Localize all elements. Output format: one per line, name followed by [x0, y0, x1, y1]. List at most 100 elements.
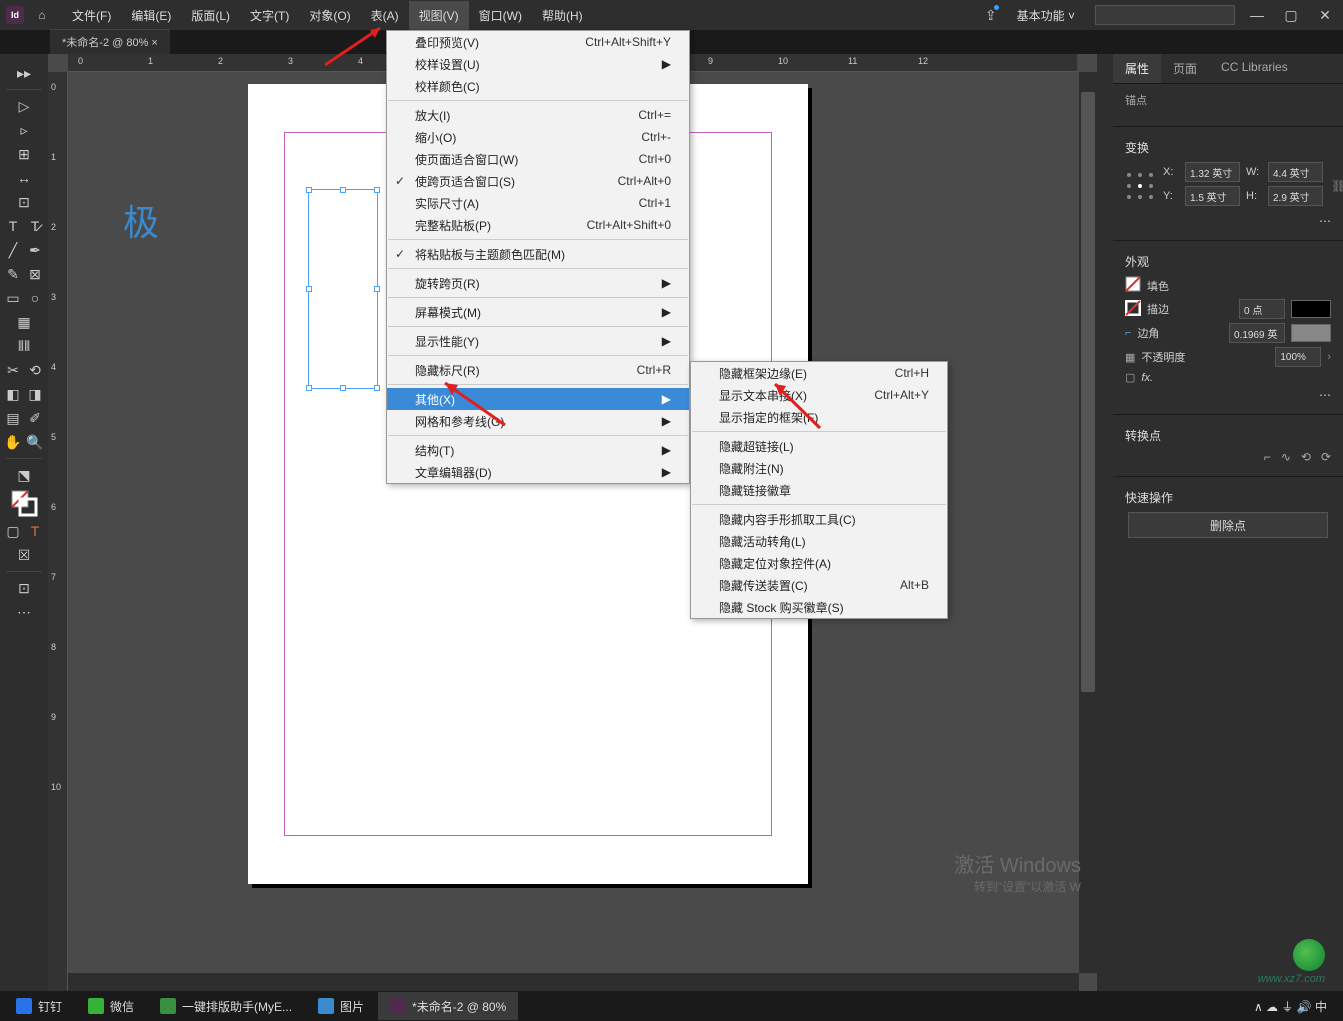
formatting-container[interactable]: ▢ [2, 520, 24, 542]
stroke-weight-field[interactable]: 0 点 [1239, 299, 1285, 319]
page-tool[interactable]: ⊞ [2, 143, 46, 165]
menu-file[interactable]: 文件(F) [62, 1, 121, 30]
home-icon[interactable]: ⌂ [32, 8, 52, 22]
other-submenu-item-12[interactable]: 隐藏 Stock 购买徽章(S) [691, 596, 947, 618]
stroke-style-select[interactable] [1291, 300, 1331, 318]
fill-stroke-proxy[interactable] [2, 488, 46, 518]
free-transform-tool[interactable]: ⟲ [24, 359, 46, 381]
convert-plain-icon[interactable]: ⟳ [1321, 450, 1331, 464]
taskbar-item-wechat[interactable]: 微信 [76, 992, 146, 1020]
menu-type[interactable]: 文字(T) [240, 1, 299, 30]
link-wh-icon[interactable]: ⛓ [1331, 179, 1343, 193]
more-options-icon[interactable]: ⋯ [1319, 214, 1331, 228]
right-dock-strip[interactable] [1097, 54, 1113, 991]
view-menu-item-2[interactable]: 校样颜色(C) [387, 75, 689, 97]
column-tool[interactable]: ⦀⦀ [2, 335, 46, 357]
convert-smooth-icon[interactable]: ∿ [1281, 450, 1291, 464]
stroke-swatch-icon[interactable] [1125, 300, 1141, 319]
other-submenu-item-0[interactable]: 隐藏框架边缘(E)Ctrl+H [691, 362, 947, 384]
corner-radius-field[interactable]: 0.1969 英 [1229, 323, 1285, 343]
pen-tool[interactable]: ✒ [24, 239, 46, 261]
gap-tool[interactable]: ↔ [2, 167, 46, 189]
view-menu-item-4[interactable]: 放大(I)Ctrl+= [387, 104, 689, 126]
rectangle-tool[interactable]: ▭ [2, 287, 24, 309]
pencil-tool[interactable]: ✎ [2, 263, 24, 285]
toolbar-toggle-icon[interactable]: ▸▸ [13, 62, 35, 84]
formatting-text[interactable]: T [24, 520, 46, 542]
convert-symmetric-icon[interactable]: ⟲ [1301, 450, 1311, 464]
view-menu-item-24[interactable]: 结构(T)▶ [387, 439, 689, 461]
text-frame-selected[interactable] [308, 189, 378, 389]
menu-help[interactable]: 帮助(H) [532, 1, 593, 30]
h-field[interactable]: 2.9 英寸 [1268, 186, 1323, 206]
tab-pages[interactable]: 页面 [1161, 54, 1209, 83]
reference-point-grid[interactable] [1125, 171, 1155, 201]
other-submenu-item-10[interactable]: 隐藏定位对象控件(A) [691, 552, 947, 574]
w-field[interactable]: 4.4 英寸 [1268, 162, 1323, 182]
fill-swatch-icon[interactable] [1125, 276, 1141, 295]
taskbar-item-pictures[interactable]: 图片 [306, 992, 376, 1020]
fx-icon[interactable]: ▢ [1125, 371, 1135, 384]
fill-stroke-swap[interactable]: ⬔ [2, 464, 46, 486]
vertical-ruler[interactable]: 0 1 2 3 4 5 6 7 8 9 10 [48, 72, 68, 991]
view-mode[interactable]: ⊡ [2, 577, 46, 599]
eyedropper-tool[interactable]: ✐ [24, 407, 46, 429]
note-tool[interactable]: ▤ [2, 407, 24, 429]
opacity-field[interactable]: 100% [1275, 347, 1321, 367]
corner-icon[interactable]: ⌐ [1125, 327, 1131, 339]
view-menu-item-9[interactable]: 完整粘贴板(P)Ctrl+Alt+Shift+0 [387, 214, 689, 236]
grid-tool[interactable]: ▦ [2, 311, 46, 333]
selection-tool[interactable]: ▷ [2, 95, 46, 117]
apply-none[interactable]: ☒ [2, 544, 46, 566]
menu-layout[interactable]: 版面(L) [181, 1, 240, 30]
view-menu-item-5[interactable]: 缩小(O)Ctrl+- [387, 126, 689, 148]
search-input[interactable] [1095, 5, 1235, 25]
menu-table[interactable]: 表(A) [361, 1, 409, 30]
horizontal-scrollbar[interactable] [68, 973, 1079, 991]
other-submenu-item-2[interactable]: 显示指定的框架(F) [691, 406, 947, 428]
ellipse-tool[interactable]: ○ [24, 287, 46, 309]
workspace-switcher[interactable]: 基本功能 ˅ [1007, 3, 1085, 28]
menu-object[interactable]: 对象(O) [299, 1, 360, 30]
gradient-feather-tool[interactable]: ◨ [24, 383, 46, 405]
convert-corner-icon[interactable]: ⌐ [1264, 450, 1271, 464]
more-tools-icon[interactable]: ⋯ [2, 601, 46, 623]
taskbar-item-typeset[interactable]: 一键排版助手(MyE... [148, 992, 304, 1020]
view-menu-item-11[interactable]: ✓将粘贴板与主题颜色匹配(M) [387, 243, 689, 265]
tab-properties[interactable]: 属性 [1113, 54, 1161, 83]
zoom-tool[interactable]: 🔍 [24, 431, 46, 453]
corner-style-select[interactable] [1291, 324, 1331, 342]
other-submenu-item-5[interactable]: 隐藏附注(N) [691, 457, 947, 479]
view-menu-item-13[interactable]: 旋转跨页(R)▶ [387, 272, 689, 294]
close-button[interactable]: ✕ [1313, 7, 1337, 24]
menu-view[interactable]: 视图(V) [409, 1, 469, 30]
taskbar-item-dingtalk[interactable]: 钉钉 [4, 992, 74, 1020]
view-menu-item-21[interactable]: 其他(X)▶ [387, 388, 689, 410]
maximize-button[interactable]: ▢ [1279, 7, 1303, 24]
other-submenu-item-1[interactable]: 显示文本串接(X)Ctrl+Alt+Y [691, 384, 947, 406]
view-menu-item-19[interactable]: 隐藏标尺(R)Ctrl+R [387, 359, 689, 381]
taskbar-item-indesign[interactable]: *未命名-2 @ 80% [378, 992, 518, 1020]
minimize-button[interactable]: — [1245, 7, 1269, 23]
other-submenu-item-6[interactable]: 隐藏链接徽章 [691, 479, 947, 501]
view-menu-item-7[interactable]: ✓使跨页适合窗口(S)Ctrl+Alt+0 [387, 170, 689, 192]
content-collector-tool[interactable]: ⊡ [2, 191, 46, 213]
direct-selection-tool[interactable]: ▹ [2, 119, 46, 141]
line-tool[interactable]: ╱ [2, 239, 24, 261]
other-submenu-item-9[interactable]: 隐藏活动转角(L) [691, 530, 947, 552]
other-submenu-item-11[interactable]: 隐藏传送装置(C)Alt+B [691, 574, 947, 596]
view-menu-item-15[interactable]: 屏幕模式(M)▶ [387, 301, 689, 323]
view-menu-item-25[interactable]: 文章编辑器(D)▶ [387, 461, 689, 483]
vertical-scrollbar[interactable] [1079, 72, 1097, 973]
system-tray[interactable]: ∧ ☁ ⏚ 🔊 中 [1242, 992, 1339, 1020]
menu-window[interactable]: 窗口(W) [469, 1, 532, 30]
share-icon[interactable]: ⇪ [985, 7, 997, 24]
rectangle-frame-tool[interactable]: ⊠ [24, 263, 46, 285]
view-menu-item-0[interactable]: 叠印预览(V)Ctrl+Alt+Shift+Y [387, 31, 689, 53]
x-field[interactable]: 1.32 英寸 [1185, 162, 1240, 182]
document-tab[interactable]: *未命名-2 @ 80% × [50, 29, 170, 54]
type-tool[interactable]: T [2, 215, 24, 237]
y-field[interactable]: 1.5 英寸 [1185, 186, 1240, 206]
opacity-icon[interactable]: ▦ [1125, 351, 1135, 364]
view-menu-item-1[interactable]: 校样设置(U)▶ [387, 53, 689, 75]
